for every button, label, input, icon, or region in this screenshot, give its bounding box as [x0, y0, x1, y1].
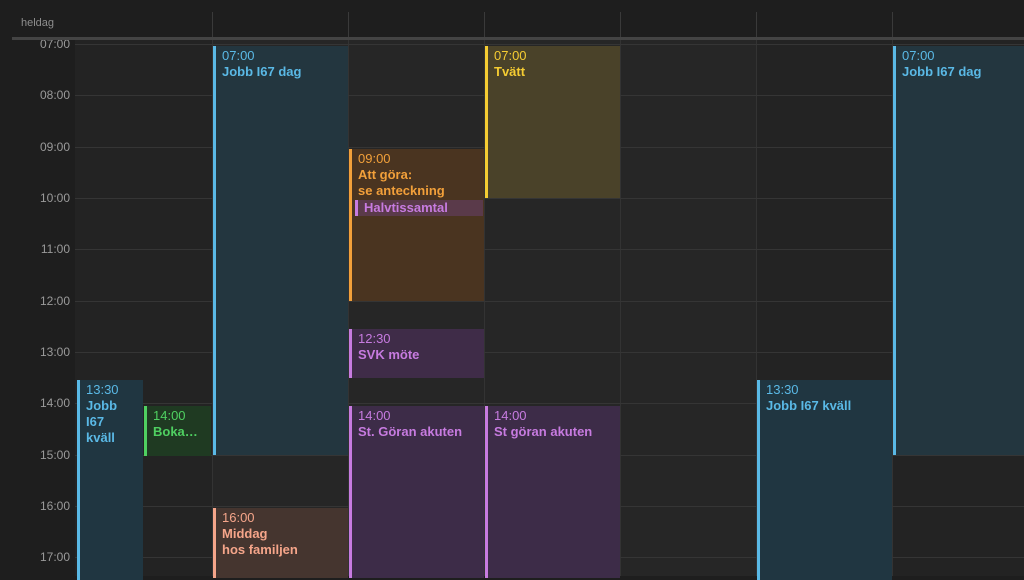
- event-thu-laundry[interactable]: 07:00 Tvätt: [485, 46, 620, 198]
- event-time: 16:00: [222, 510, 255, 525]
- event-time: 13:30: [766, 382, 799, 397]
- allday-divider: [212, 12, 213, 38]
- event-title: St. Göran akuten: [358, 424, 463, 439]
- event-thu-stgoran[interactable]: 14:00 St göran akuten: [485, 406, 620, 578]
- allday-divider: [348, 12, 349, 38]
- event-title: Jobb I67 dag: [222, 64, 302, 79]
- event-title: Middag hos familjen: [222, 526, 298, 557]
- allday-divider: [620, 12, 621, 38]
- event-mon-job[interactable]: 13:30 Jobb I67 kväll: [77, 380, 143, 580]
- event-time: 13:30: [86, 382, 119, 397]
- hour-label: 14:00: [39, 396, 70, 410]
- hour-label: 11:00: [40, 242, 70, 256]
- event-time: 07:00: [902, 48, 935, 63]
- column-divider: [620, 40, 621, 576]
- allday-divider: [484, 12, 485, 38]
- allday-separator: [12, 37, 1024, 40]
- event-title: Jobb I67 kväll: [86, 398, 118, 445]
- hour-label: 13:00: [39, 345, 70, 359]
- event-time: 07:00: [494, 48, 527, 63]
- hour-label: 08:00: [39, 88, 70, 102]
- allday-divider: [892, 12, 893, 38]
- event-title: Att göra: se anteckning: [358, 167, 445, 198]
- event-wed-halvtissamtal[interactable]: Halvtissamtal: [355, 200, 483, 216]
- hour-label: 17:00: [39, 550, 70, 564]
- hour-label: 16:00: [39, 499, 70, 513]
- event-sun-job[interactable]: 07:00 Jobb I67 dag: [893, 46, 1024, 455]
- event-wed-svk[interactable]: 12:30 SVK möte: [349, 329, 484, 378]
- event-sat-job[interactable]: 13:30 Jobb I67 kväll: [757, 380, 892, 580]
- hour-label: 15:00: [39, 448, 70, 462]
- event-title: Halvtissamtal: [364, 200, 448, 215]
- event-time: 07:00: [222, 48, 255, 63]
- hour-label: 12:00: [39, 294, 70, 308]
- event-time: 12:30: [358, 331, 391, 346]
- event-time: 09:00: [358, 151, 391, 166]
- allday-label: heldag: [20, 17, 55, 29]
- event-title: Tvätt: [494, 64, 526, 79]
- event-tue-job[interactable]: 07:00 Jobb I67 dag: [213, 46, 348, 455]
- event-title: Jobb I67 dag: [902, 64, 982, 79]
- allday-divider: [756, 12, 757, 38]
- event-title: St göran akuten: [494, 424, 593, 439]
- event-wed-todo[interactable]: 09:00 Att göra: se anteckning: [349, 149, 484, 301]
- day-column-fri[interactable]: [621, 40, 756, 576]
- event-title: Boka…: [153, 424, 198, 439]
- event-time: 14:00: [494, 408, 527, 423]
- hour-line: [75, 44, 1024, 45]
- hour-label: 09:00: [39, 140, 70, 154]
- week-grid[interactable]: 07:00 08:00 09:00 10:00 11:00 12:00 13:0…: [0, 37, 1024, 580]
- hour-label: 10:00: [39, 191, 70, 205]
- event-time: 14:00: [358, 408, 391, 423]
- event-mon-booking[interactable]: 14:00 Boka…: [144, 406, 211, 456]
- event-title: Jobb I67 kväll: [766, 398, 852, 413]
- header: heldag: [0, 0, 1024, 40]
- event-tue-dinner[interactable]: 16:00 Middag hos familjen: [213, 508, 348, 578]
- event-time: 14:00: [153, 408, 186, 423]
- event-wed-stgoran[interactable]: 14:00 St. Göran akuten: [349, 406, 484, 578]
- event-title: SVK möte: [358, 347, 420, 362]
